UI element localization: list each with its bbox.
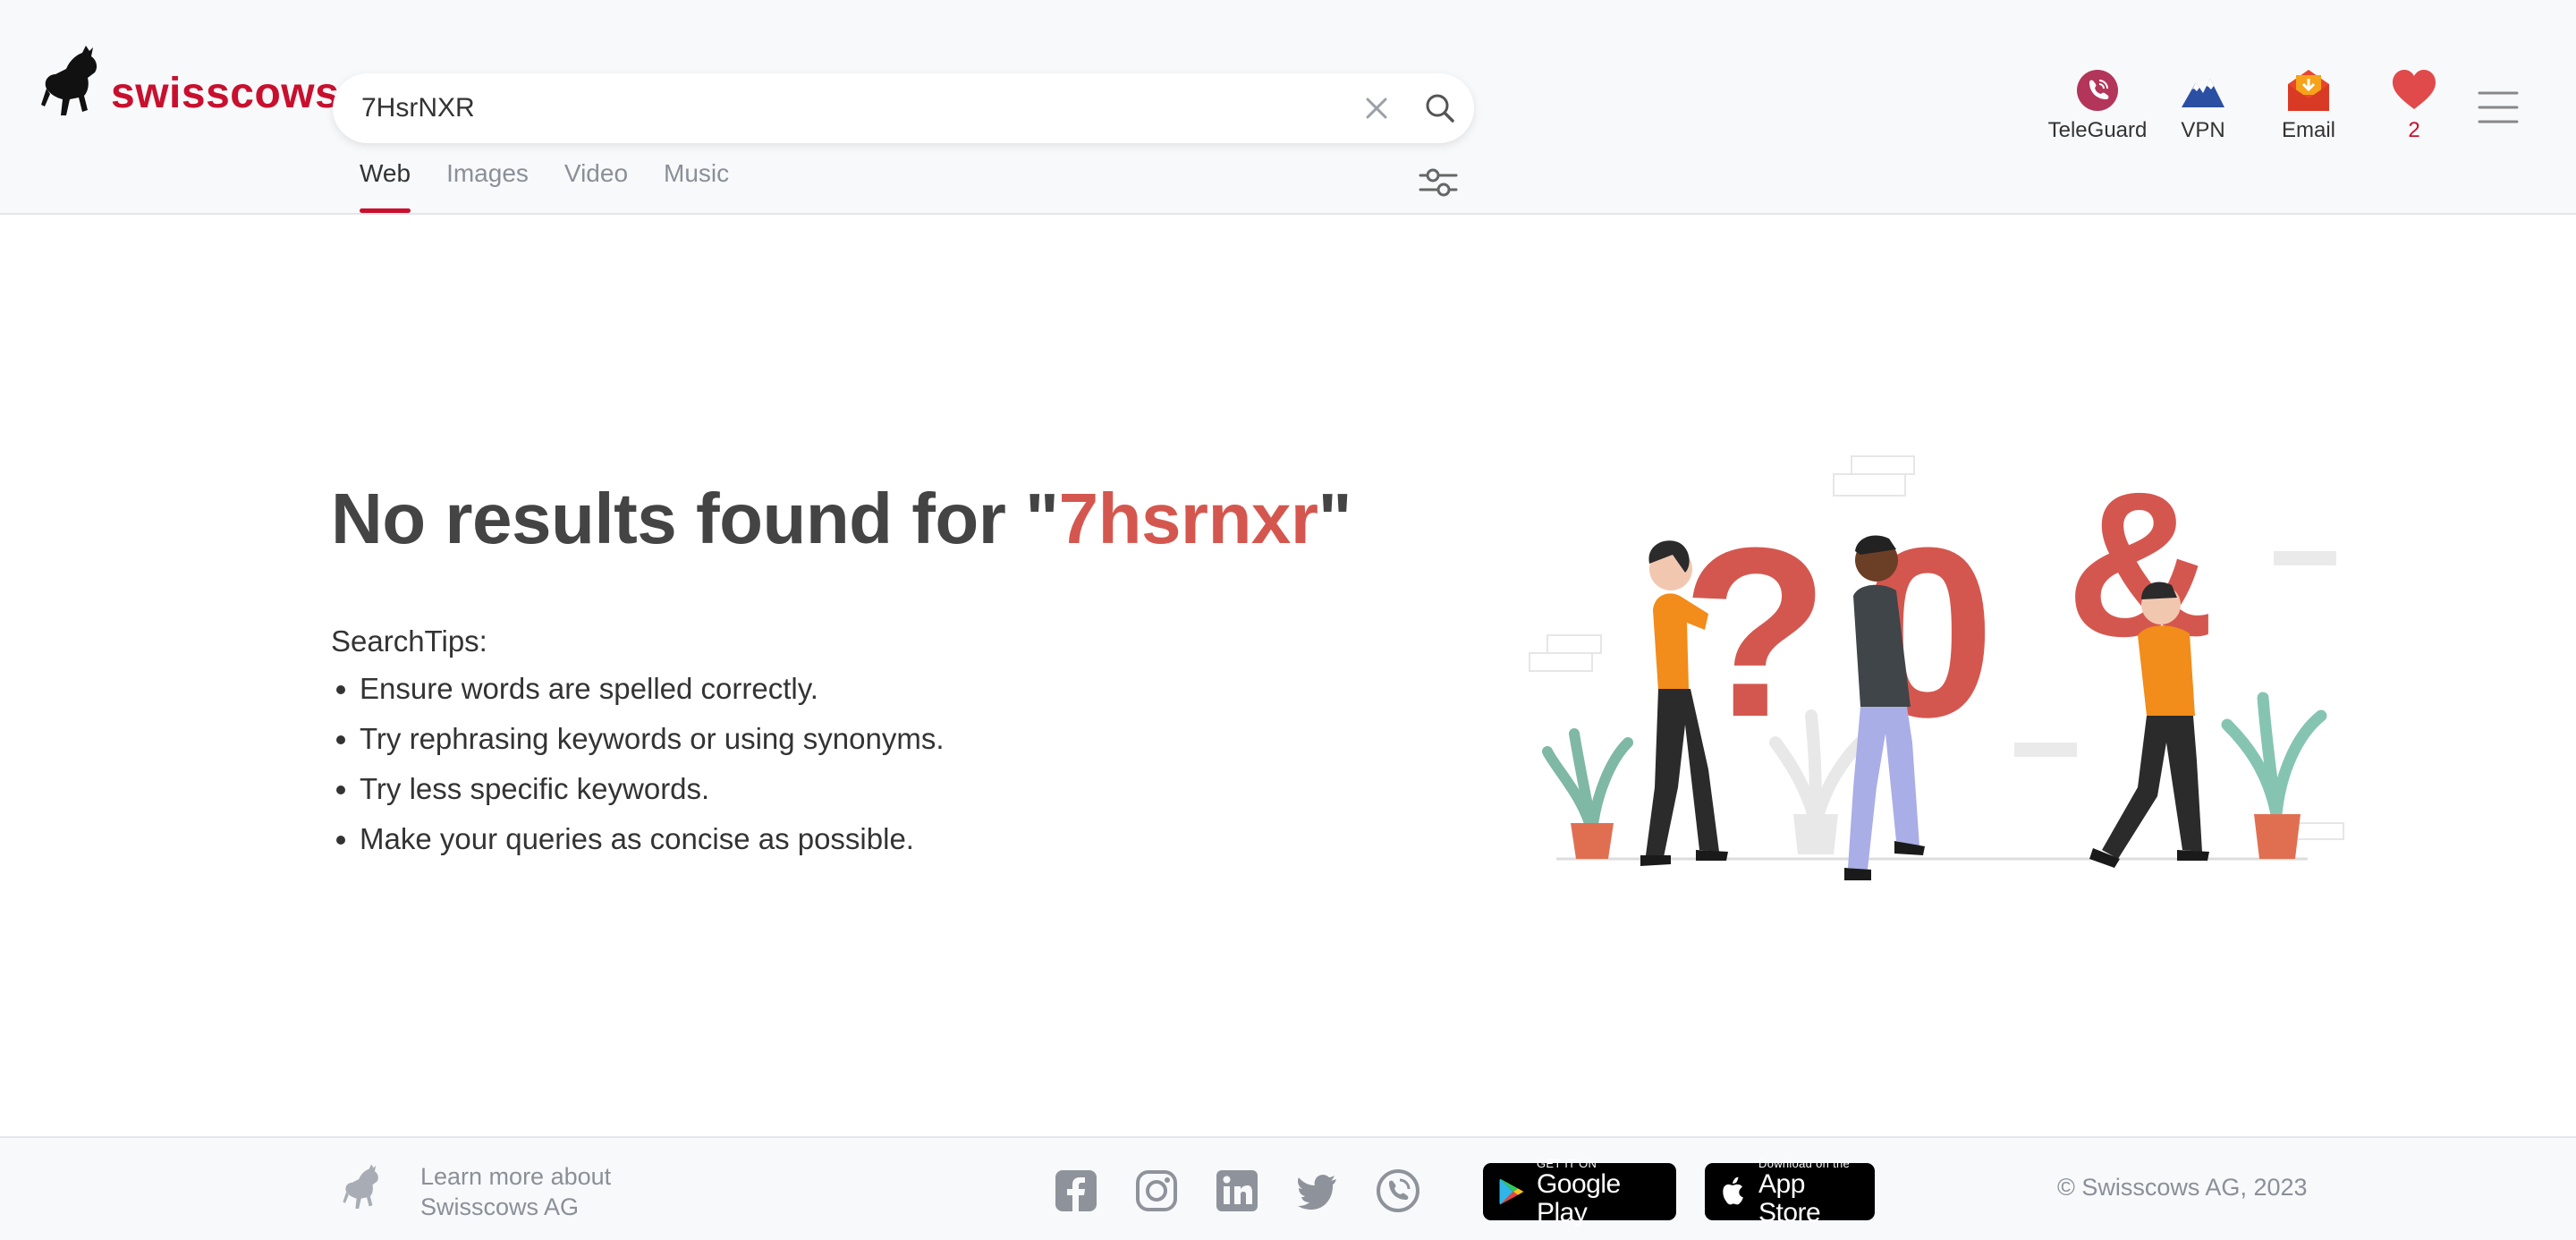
clear-icon[interactable] — [1363, 95, 1390, 122]
tab-images[interactable]: Images — [446, 159, 529, 215]
vpn-icon — [2182, 79, 2224, 107]
google-play-text: GET IT ON Google Play — [1537, 1157, 1664, 1227]
menu-icon[interactable] — [2478, 89, 2519, 125]
question-glyph: ? — [1682, 498, 1829, 768]
tip-item: Ensure words are spelled correctly. — [331, 664, 945, 714]
tips-list: Ensure words are spelled correctly. Try … — [331, 664, 945, 864]
teleguard-icon — [2077, 70, 2118, 111]
cow-logo-icon — [41, 46, 97, 115]
apple-icon — [1723, 1176, 1743, 1205]
brand-name: swisscows — [111, 69, 340, 117]
app-links: TeleGuard VPN Email 2 — [2045, 68, 2467, 143]
tip-item: Try rephrasing keywords or using synonym… — [331, 714, 945, 764]
google-play-small: GET IT ON — [1536, 1156, 1597, 1170]
learn-more-link[interactable]: Learn more about Swisscows AG — [333, 1161, 611, 1222]
teleguard-label: TeleGuard — [2047, 118, 2148, 142]
tab-web[interactable]: Web — [360, 159, 411, 215]
instagram-icon[interactable] — [1134, 1168, 1179, 1213]
search-icon[interactable] — [1424, 92, 1456, 124]
title-prefix: No results found for " — [331, 479, 1059, 558]
tip-item: Make your queries as concise as possible… — [331, 814, 945, 864]
favorites-link[interactable]: 2 — [2361, 68, 2467, 143]
tab-video[interactable]: Video — [564, 159, 628, 215]
social-links — [1054, 1168, 1420, 1213]
google-play-big: Google Play — [1536, 1168, 1621, 1227]
twitter-icon[interactable] — [1295, 1168, 1340, 1213]
page-title: No results found for "7hsrnxr" — [331, 478, 1352, 560]
learn-more-line2: Swisscows AG — [420, 1193, 580, 1220]
search-tabs: Web Images Video Music — [360, 159, 729, 215]
heart-icon — [2393, 70, 2436, 109]
app-store-big: App Store — [1758, 1168, 1821, 1227]
header: swisscows 7HsrNXR Web Images Video Music… — [0, 0, 2576, 215]
query-term: 7hsrnxr — [1058, 479, 1318, 558]
swisscows-logo[interactable]: swisscows — [39, 39, 339, 138]
app-store-small: Download on the — [1758, 1156, 1851, 1170]
tab-music[interactable]: Music — [664, 159, 729, 215]
google-play-badge[interactable]: GET IT ON Google Play — [1483, 1157, 1676, 1227]
vpn-link[interactable]: VPN — [2150, 68, 2256, 143]
cow-logo-icon — [343, 1164, 378, 1210]
title-suffix: " — [1318, 479, 1352, 558]
search-bar[interactable]: 7HsrNXR — [333, 73, 1474, 143]
vpn-label: VPN — [2181, 118, 2225, 142]
email-icon — [2288, 70, 2329, 111]
favorites-count: 2 — [2408, 118, 2420, 142]
google-play-icon — [1499, 1178, 1524, 1205]
tip-item: Try less specific keywords. — [331, 764, 945, 814]
teleguard-link[interactable]: TeleGuard — [2045, 68, 2150, 143]
learn-more-text: Learn more about Swisscows AG — [420, 1161, 611, 1222]
filters-icon[interactable] — [1417, 165, 1460, 200]
email-link[interactable]: Email — [2256, 68, 2361, 143]
footer: Learn more about Swisscows AG GET IT ON … — [0, 1136, 2576, 1240]
teleguard-icon[interactable] — [1376, 1168, 1420, 1213]
app-store-badge[interactable]: Download on the App Store — [1705, 1157, 1875, 1227]
copyright: © Swisscows AG, 2023 — [2057, 1174, 2308, 1201]
search-input[interactable]: 7HsrNXR — [361, 93, 1363, 123]
tips-heading: SearchTips: — [331, 624, 487, 658]
app-store-text: Download on the App Store — [1758, 1157, 1862, 1227]
no-results-illustration: ? 0 & — [1529, 449, 2344, 880]
linkedin-icon[interactable] — [1215, 1168, 1259, 1213]
learn-more-line1: Learn more about — [420, 1163, 612, 1190]
email-label: Email — [2281, 118, 2335, 142]
facebook-icon[interactable] — [1054, 1168, 1098, 1213]
